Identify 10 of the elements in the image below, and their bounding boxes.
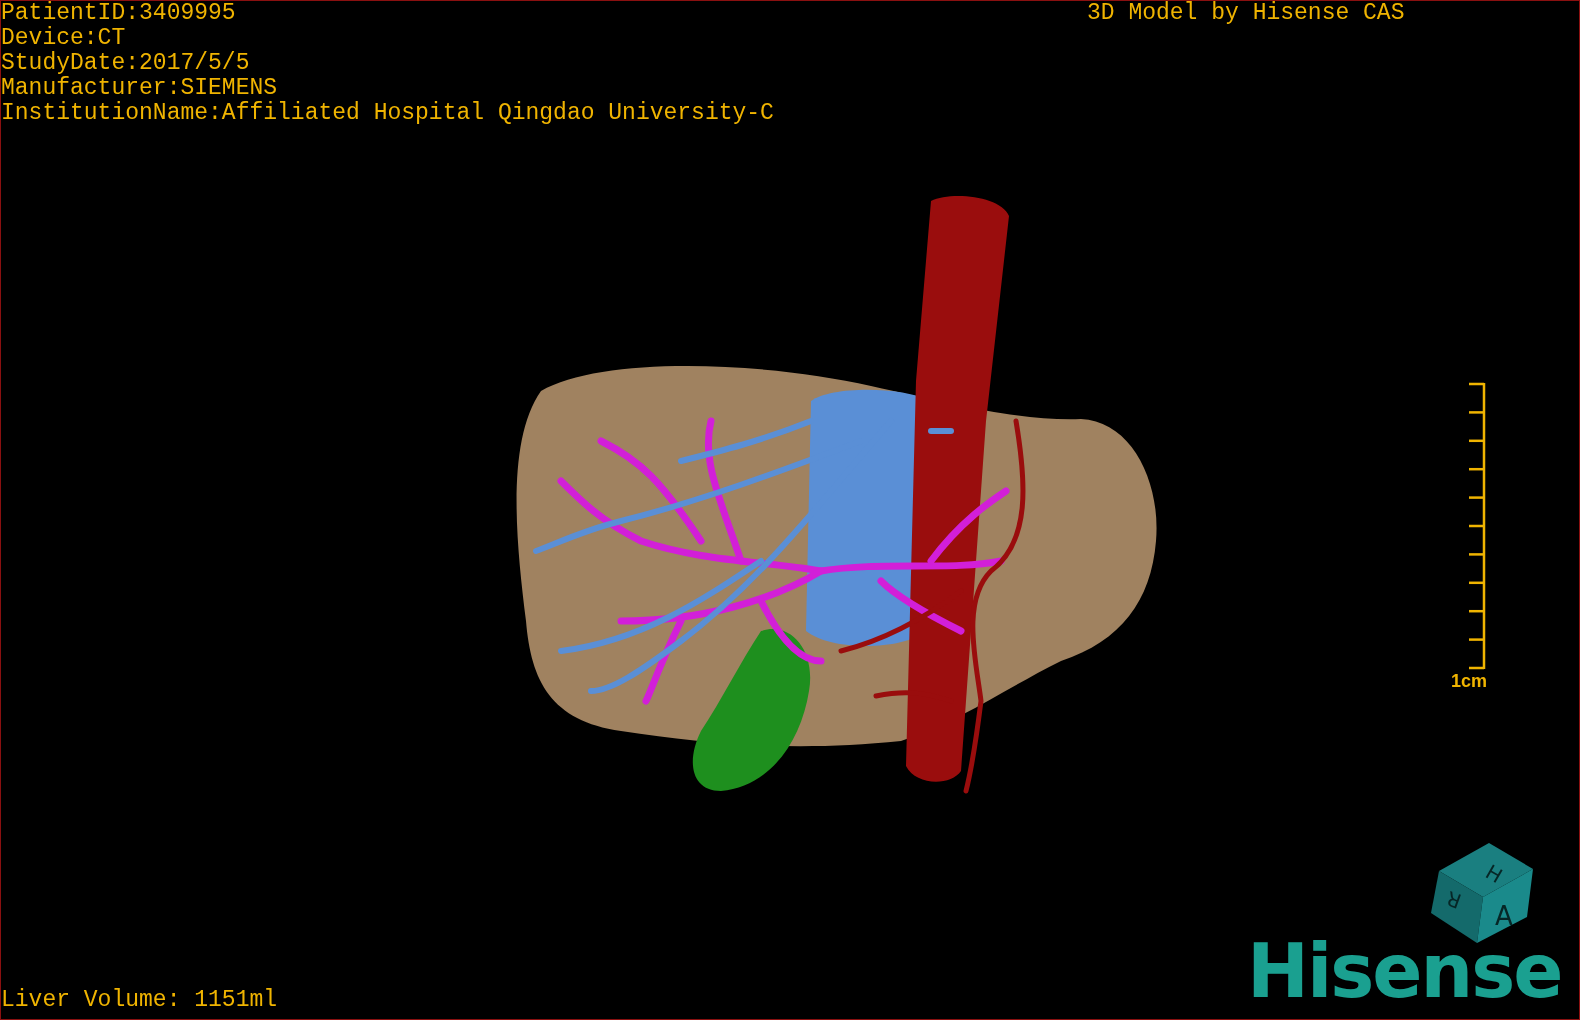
viewer-title: 3D Model by Hisense CAS <box>1087 1 1405 26</box>
study-info-text: InstitutionName:Affiliated Hospital Qingdao University-C <box>1 101 774 126</box>
study-info-text: Device:CT <box>1 26 127 51</box>
liver-volume-text: Liver Volume: 1151ml <box>1 988 278 1013</box>
study-info-text: StudyDate:2017/5/5 <box>1 51 251 76</box>
scale-bar-label: 1cm <box>1451 671 1489 691</box>
scale-bar-icon <box>1469 381 1488 671</box>
study-info-text: PatientID:3409995 <box>1 1 237 26</box>
study-info-text: Manufacturer:SIEMENS <box>1 76 279 101</box>
orientation-cube-drawing: H R A <box>1431 843 1533 943</box>
